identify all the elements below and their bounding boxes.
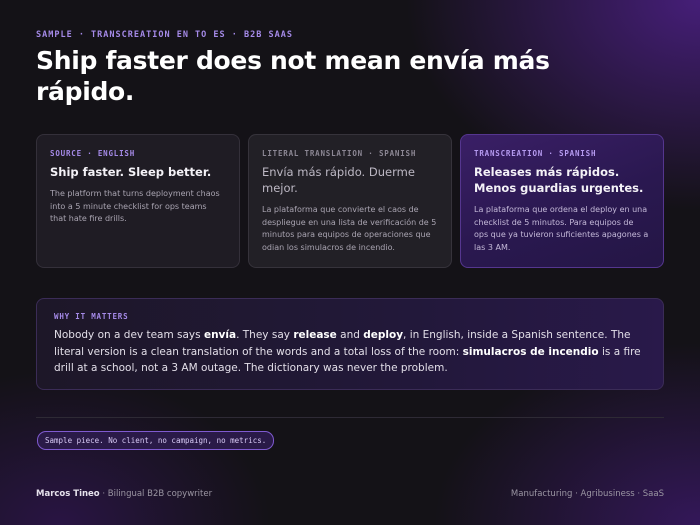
author-role: Bilingual B2B copywriter (107, 489, 213, 499)
footer-author: Marcos Tineo · Bilingual B2B copywriter (36, 489, 212, 499)
why-it-matters-panel: WHY IT MATTERS Nobody on a dev team says… (36, 298, 664, 390)
eyebrow-label: SAMPLE · TRANSCREATION EN TO ES · B2B SA… (36, 30, 293, 40)
page: SAMPLE · TRANSCREATION EN TO ES · B2B SA… (36, 0, 664, 525)
highlight-term: deploy (363, 329, 404, 341)
card-label: TRANSCREATION · SPANISH (474, 149, 597, 158)
highlight-term: simulacros de incendio (462, 345, 599, 358)
text-segment: . They say (236, 329, 294, 341)
divider (36, 417, 664, 418)
transcreation-card: TRANSCREATION · SPANISH Releases más ráp… (460, 134, 664, 268)
card-body: La plataforma que convierte el caos de d… (262, 205, 437, 252)
card-label: SOURCE · ENGLISH (50, 149, 136, 158)
card-title: Envía más rápido. Duerme mejor. (262, 165, 415, 195)
footer-industries: Manufacturing · Agribusiness · SaaS (510, 489, 664, 499)
footer-separator: · (99, 489, 108, 499)
disclaimer-badge: Sample piece. No client, no campaign, no… (37, 431, 275, 450)
comparison-cards: SOURCE · ENGLISH Ship faster. Sleep bett… (36, 134, 664, 268)
author-name: Marcos Tineo (36, 489, 100, 499)
page-title: Ship faster does not mean envía más rápi… (36, 46, 550, 106)
card-title: Releases más rápidos. Menos guardias urg… (474, 165, 644, 195)
text-segment: and (336, 329, 364, 341)
card-body: La plataforma que ordena el deploy en un… (474, 205, 649, 252)
text-segment: Nobody on a dev team says (54, 329, 204, 341)
card-body: The platform that turns deployment chaos… (50, 189, 220, 223)
highlight-term: envía (203, 329, 237, 341)
explanation-text: Nobody on a dev team says envía. They sa… (54, 327, 647, 377)
highlight-term: release (293, 329, 337, 341)
card-label: LITERAL TRANSLATION · SPANISH (262, 149, 417, 158)
section-label: WHY IT MATTERS (54, 312, 129, 321)
literal-translation-card: LITERAL TRANSLATION · SPANISH Envía más … (248, 134, 452, 268)
source-card: SOURCE · ENGLISH Ship faster. Sleep bett… (36, 134, 240, 268)
card-title: Ship faster. Sleep better. (50, 165, 212, 179)
